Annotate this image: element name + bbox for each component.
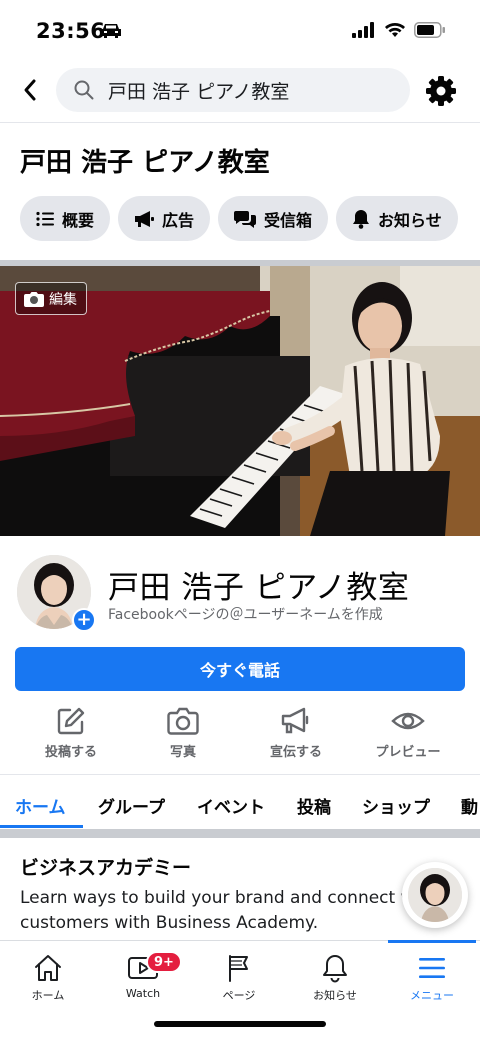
chat-bubbles-icon [234,210,257,228]
create-post-action[interactable]: 投稿する [16,706,126,760]
action-label: プレビュー [375,745,441,760]
nav-label: ホーム [31,989,65,1002]
cellular-signal-icon [352,22,374,38]
nav-label: メニュー [410,989,454,1002]
tab-posts[interactable]: 投稿 [297,793,331,818]
search-input[interactable]: 戸田 浩子 ピアノ教室 [56,68,410,112]
compose-icon [57,707,85,735]
eye-icon [391,712,425,730]
nav-label: お知らせ [313,989,357,1002]
actions-divider [0,774,480,775]
nav-label: ページ [222,989,256,1002]
settings-button[interactable] [424,74,458,108]
chip-label: 概要 [62,210,95,230]
nav-notifications[interactable]: お知らせ [290,953,380,1003]
search-query: 戸田 浩子 ピアノ教室 [108,80,290,103]
tab-home[interactable]: ホーム [15,793,66,818]
list-icon [36,211,54,226]
home-indicator [154,1021,326,1027]
status-indicators [352,22,446,38]
status-time: 23:56 [36,19,106,43]
tab-shop[interactable]: ショップ [362,793,430,818]
page-title: 戸田 浩子 ピアノ教室 [20,148,270,178]
chip-ads[interactable]: 広告 [118,196,211,241]
edit-cover-button[interactable]: 編集 [15,282,87,315]
status-bar: 23:56 [0,0,480,60]
bell-icon [323,955,347,983]
back-button[interactable] [14,74,46,106]
car-icon [101,24,121,38]
nav-label: Watch [125,987,161,1000]
page-tabs: ホーム グループ イベント 投稿 ショップ 動 [0,776,480,828]
chevron-left-icon [24,79,36,101]
watch-notification-badge: 9+ [146,951,182,973]
page-actions: 投稿する 写真 宣伝する プレビュー [0,706,480,764]
wifi-icon [385,23,405,37]
chip-label: お知らせ [378,210,442,230]
flag-icon [229,955,248,982]
action-label: 写真 [169,745,196,760]
bell-icon [353,209,370,229]
action-label: 宣伝する [269,745,322,760]
battery-icon [414,22,445,38]
create-username-link[interactable]: Facebookページの＠ユーザーネームを作成 [108,604,383,624]
section-separator [0,829,480,838]
active-nav-indicator [388,940,476,943]
header-divider [0,122,480,123]
add-photo-plus-icon[interactable]: + [72,608,96,632]
megaphone-icon [135,210,155,227]
chip-overview[interactable]: 概要 [20,196,111,241]
edit-cover-label: 編集 [49,291,77,308]
tab-groups[interactable]: グループ [98,793,165,818]
camera-icon [167,707,199,735]
photo-action[interactable]: 写真 [128,706,238,760]
nav-pages[interactable]: ページ [194,953,284,1003]
active-tab-indicator [0,825,83,828]
hamburger-menu-icon [419,958,445,978]
business-academy-title: ビジネスアカデミー [20,857,192,879]
action-label: 投稿する [44,745,97,760]
search-icon [74,80,94,100]
chip-notifications[interactable]: お知らせ [336,196,458,241]
call-now-button[interactable]: 今すぐ電話 [15,647,465,691]
home-icon [35,955,61,981]
business-academy-text: Learn ways to build your brand and conne… [20,888,437,933]
chat-head-bubble[interactable] [402,862,468,928]
tab-events[interactable]: イベント [197,793,265,818]
profile-name: 戸田 浩子 ピアノ教室 [108,570,410,606]
camera-icon [24,291,44,307]
tab-videos[interactable]: 動 [461,793,478,818]
preview-action[interactable]: プレビュー [353,706,463,760]
profile-avatar[interactable]: + [14,552,96,632]
nav-menu[interactable]: メニュー [387,953,477,1003]
megaphone-icon [281,707,309,734]
chat-head-avatar [408,868,462,922]
chip-label: 広告 [162,210,195,230]
nav-home[interactable]: ホーム [3,953,93,1003]
promote-action[interactable]: 宣伝する [241,706,351,760]
chip-inbox[interactable]: 受信箱 [218,196,329,241]
gear-icon [426,76,456,106]
chip-label: 受信箱 [264,210,313,230]
page-shortcut-chips: 概要 広告 受信箱 お知らせ [20,196,458,241]
nav-watch[interactable]: 9+ Watch [98,951,188,1000]
search-header: 戸田 浩子 ピアノ教室 [0,66,480,114]
chat-head-image [408,868,462,922]
